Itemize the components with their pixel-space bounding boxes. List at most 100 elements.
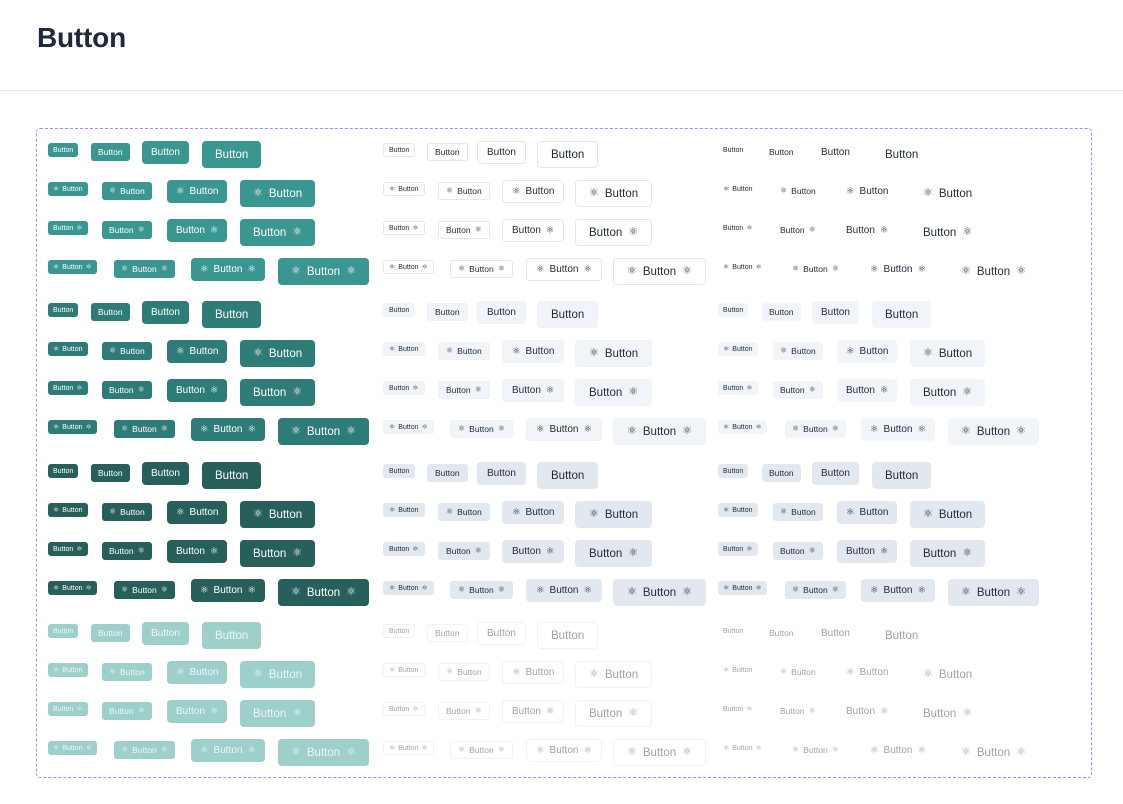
primary-hover-leading-md-button[interactable]: ⚛ Button [167, 340, 228, 363]
primary-hover-none-xs-button[interactable]: Button [48, 303, 79, 317]
ghost-active-both-sm-button[interactable]: ⚛ Button ⚛ [785, 581, 846, 599]
outline-hover-both-lg-button[interactable]: ⚛ Button ⚛ [613, 418, 706, 445]
ghost-hover-none-md-button[interactable]: Button [812, 301, 859, 324]
primary-default-both-sm-button[interactable]: ⚛ Button ⚛ [114, 260, 175, 278]
ghost-hover-leading-xs-button[interactable]: ⚛ Button [718, 342, 758, 356]
outline-hover-leading-xs-button[interactable]: ⚛ Button [383, 342, 425, 356]
ghost-default-none-xs-button[interactable]: Button [718, 143, 748, 157]
ghost-default-trailing-md-button[interactable]: Button ⚛ [837, 219, 897, 242]
outline-hover-leading-lg-button[interactable]: ⚛ Button [575, 340, 653, 367]
ghost-default-leading-xs-button[interactable]: ⚛ Button [718, 182, 758, 196]
outline-default-leading-sm-button[interactable]: ⚛ Button [438, 182, 490, 200]
primary-hover-none-lg-button[interactable]: Button [202, 301, 262, 328]
outline-active-both-sm-button[interactable]: ⚛ Button ⚛ [450, 581, 513, 599]
outline-default-both-xs-button[interactable]: ⚛ Button ⚛ [383, 260, 434, 274]
primary-default-leading-lg-button[interactable]: ⚛ Button [240, 180, 316, 207]
primary-active-none-md-button[interactable]: Button [142, 462, 189, 485]
ghost-active-none-md-button[interactable]: Button [812, 462, 859, 485]
primary-active-trailing-lg-button[interactable]: Button ⚛ [240, 540, 316, 567]
primary-default-trailing-xs-button[interactable]: Button ⚛ [48, 221, 88, 235]
outline-hover-leading-md-button[interactable]: ⚛ Button [502, 340, 565, 363]
ghost-active-trailing-md-button[interactable]: Button ⚛ [837, 540, 898, 563]
primary-active-both-lg-button[interactable]: ⚛ Button ⚛ [278, 579, 369, 606]
primary-active-trailing-md-button[interactable]: Button ⚛ [167, 540, 228, 563]
ghost-active-none-xs-button[interactable]: Button [718, 464, 749, 478]
ghost-default-trailing-sm-button[interactable]: Button ⚛ [773, 221, 823, 239]
primary-hover-none-md-button[interactable]: Button [142, 301, 189, 324]
ghost-hover-none-lg-button[interactable]: Button [872, 301, 932, 328]
outline-hover-none-sm-button[interactable]: Button [427, 303, 468, 321]
primary-active-both-xs-button[interactable]: ⚛ Button ⚛ [48, 581, 97, 595]
outline-active-both-lg-button[interactable]: ⚛ Button ⚛ [613, 579, 706, 606]
ghost-active-leading-sm-button[interactable]: ⚛ Button [773, 503, 823, 521]
ghost-default-leading-md-button[interactable]: ⚛ Button [837, 180, 897, 203]
outline-default-leading-md-button[interactable]: ⚛ Button [502, 180, 565, 203]
outline-default-trailing-sm-button[interactable]: Button ⚛ [438, 221, 490, 239]
outline-default-both-md-button[interactable]: ⚛ Button ⚛ [526, 258, 602, 281]
outline-hover-none-xs-button[interactable]: Button [383, 303, 416, 317]
ghost-active-leading-xs-button[interactable]: ⚛ Button [718, 503, 758, 517]
outline-active-none-lg-button[interactable]: Button [537, 462, 599, 489]
primary-hover-both-sm-button[interactable]: ⚛ Button ⚛ [114, 420, 175, 438]
outline-default-none-md-button[interactable]: Button [477, 141, 526, 164]
primary-hover-leading-sm-button[interactable]: ⚛ Button [102, 342, 152, 360]
ghost-hover-both-md-button[interactable]: ⚛ Button ⚛ [861, 418, 935, 441]
ghost-hover-none-xs-button[interactable]: Button [718, 303, 749, 317]
outline-hover-both-sm-button[interactable]: ⚛ Button ⚛ [450, 420, 513, 438]
primary-default-trailing-lg-button[interactable]: Button ⚛ [240, 219, 316, 246]
outline-hover-trailing-lg-button[interactable]: Button ⚛ [575, 379, 653, 406]
ghost-active-trailing-lg-button[interactable]: Button ⚛ [910, 540, 986, 567]
outline-active-none-md-button[interactable]: Button [477, 462, 526, 485]
ghost-default-both-md-button[interactable]: ⚛ Button ⚛ [861, 258, 935, 281]
outline-hover-none-lg-button[interactable]: Button [537, 301, 599, 328]
primary-active-trailing-sm-button[interactable]: Button ⚛ [102, 542, 152, 560]
ghost-default-leading-lg-button[interactable]: ⚛ Button [910, 180, 985, 207]
outline-default-none-sm-button[interactable]: Button [427, 143, 468, 161]
outline-active-leading-lg-button[interactable]: ⚛ Button [575, 501, 653, 528]
primary-active-leading-lg-button[interactable]: ⚛ Button [240, 501, 316, 528]
ghost-default-both-xs-button[interactable]: ⚛ Button ⚛ [718, 260, 767, 274]
outline-active-none-xs-button[interactable]: Button [383, 464, 416, 478]
outline-hover-trailing-xs-button[interactable]: Button ⚛ [383, 381, 425, 395]
ghost-default-both-lg-button[interactable]: ⚛ Button ⚛ [948, 258, 1039, 285]
outline-hover-trailing-sm-button[interactable]: Button ⚛ [438, 381, 490, 399]
ghost-active-leading-lg-button[interactable]: ⚛ Button [910, 501, 986, 528]
primary-default-both-lg-button[interactable]: ⚛ Button ⚛ [278, 258, 369, 285]
ghost-hover-both-xs-button[interactable]: ⚛ Button ⚛ [718, 420, 767, 434]
outline-hover-trailing-md-button[interactable]: Button ⚛ [502, 379, 565, 402]
primary-default-none-lg-button[interactable]: Button [202, 141, 262, 168]
primary-default-none-md-button[interactable]: Button [142, 141, 189, 164]
outline-hover-none-md-button[interactable]: Button [477, 301, 526, 324]
outline-default-none-lg-button[interactable]: Button [537, 141, 599, 168]
primary-default-none-xs-button[interactable]: Button [48, 143, 79, 157]
primary-active-leading-xs-button[interactable]: ⚛ Button [48, 503, 88, 517]
primary-active-leading-sm-button[interactable]: ⚛ Button [102, 503, 152, 521]
primary-hover-trailing-sm-button[interactable]: Button ⚛ [102, 381, 152, 399]
ghost-active-none-lg-button[interactable]: Button [872, 462, 932, 489]
ghost-default-none-sm-button[interactable]: Button [762, 143, 801, 161]
outline-default-both-sm-button[interactable]: ⚛ Button ⚛ [450, 260, 513, 278]
outline-default-trailing-xs-button[interactable]: Button ⚛ [383, 221, 425, 235]
outline-active-both-xs-button[interactable]: ⚛ Button ⚛ [383, 581, 434, 595]
primary-hover-none-sm-button[interactable]: Button [91, 303, 130, 321]
primary-active-trailing-xs-button[interactable]: Button ⚛ [48, 542, 88, 556]
ghost-active-trailing-sm-button[interactable]: Button ⚛ [773, 542, 823, 560]
primary-hover-leading-lg-button[interactable]: ⚛ Button [240, 340, 316, 367]
ghost-default-none-lg-button[interactable]: Button [872, 141, 931, 168]
primary-default-leading-sm-button[interactable]: ⚛ Button [102, 182, 152, 200]
primary-hover-trailing-xs-button[interactable]: Button ⚛ [48, 381, 88, 395]
outline-hover-both-md-button[interactable]: ⚛ Button ⚛ [526, 418, 602, 441]
outline-active-leading-md-button[interactable]: ⚛ Button [502, 501, 565, 524]
primary-hover-leading-xs-button[interactable]: ⚛ Button [48, 342, 88, 356]
outline-default-leading-xs-button[interactable]: ⚛ Button [383, 182, 425, 196]
primary-default-leading-xs-button[interactable]: ⚛ Button [48, 182, 88, 196]
ghost-hover-trailing-md-button[interactable]: Button ⚛ [837, 379, 898, 402]
ghost-hover-both-lg-button[interactable]: ⚛ Button ⚛ [948, 418, 1039, 445]
ghost-hover-leading-lg-button[interactable]: ⚛ Button [910, 340, 986, 367]
primary-default-none-sm-button[interactable]: Button [91, 143, 130, 161]
ghost-active-trailing-xs-button[interactable]: Button ⚛ [718, 542, 758, 556]
outline-active-none-sm-button[interactable]: Button [427, 464, 468, 482]
ghost-active-both-md-button[interactable]: ⚛ Button ⚛ [861, 579, 935, 602]
primary-active-none-lg-button[interactable]: Button [202, 462, 262, 489]
outline-active-both-md-button[interactable]: ⚛ Button ⚛ [526, 579, 602, 602]
